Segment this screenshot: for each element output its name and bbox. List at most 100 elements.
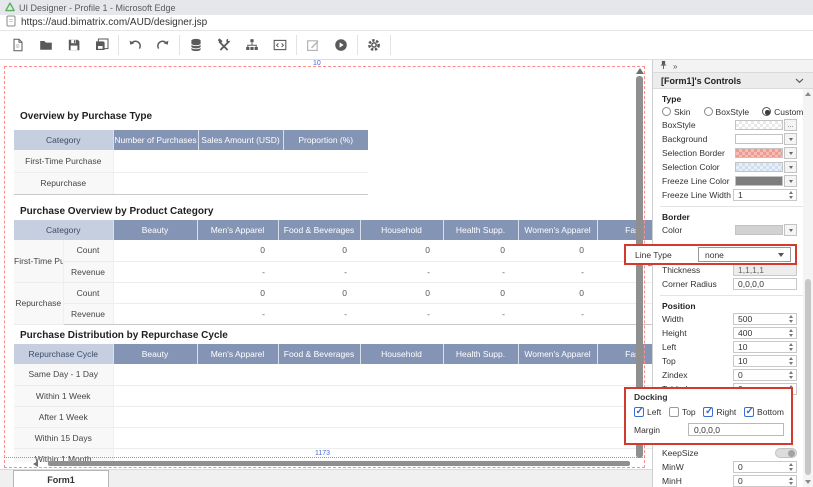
panel-header-title: [Form1]'s Controls [661,76,741,86]
line-type-select[interactable]: none [698,247,791,262]
zindex-row: Zindex 0 [653,368,813,382]
settings-button[interactable] [365,36,383,54]
panel-scroll-thumb[interactable] [805,279,811,475]
minw-spinner[interactable]: 0 [733,461,797,473]
type-radio-row: Skin BoxStyle Custom [653,105,813,118]
zindex-spinner[interactable]: 0 [733,369,797,381]
selection-border-swatch[interactable] [735,148,783,158]
width-spinner[interactable]: 500 [733,313,797,325]
spinner-value: 0 [738,462,743,472]
window-titlebar: UI Designer - Profile 1 - Microsoft Edge [0,0,813,15]
database-button[interactable] [187,36,205,54]
selection-color-dropdown-button[interactable] [784,161,797,173]
field-label: Top [662,356,676,366]
toolbar-group [297,35,358,55]
dock-checkbox-bottom[interactable]: Bottom [744,407,784,417]
border-color-swatch[interactable] [735,225,783,235]
field-label: Thickness [662,265,700,275]
dock-checkbox-top[interactable]: Top [669,407,696,417]
height-spinner[interactable]: 400 [733,327,797,339]
boxstyle-row: BoxStyle ... [653,118,813,132]
panel-header[interactable]: [Form1]'s Controls [653,72,813,89]
keepsize-toggle[interactable] [775,448,797,458]
background-dropdown-button[interactable] [784,133,797,145]
margin-input[interactable]: 0,0,0,0 [688,423,784,436]
url-text: https://aud.bimatrix.com/AUD/designer.js… [21,17,207,28]
field-label: Freeze Line Width [662,190,731,200]
selection-color-swatch[interactable] [735,162,783,172]
panel-scroll-up-arrow[interactable] [805,92,811,96]
left-spinner[interactable]: 10 [733,341,797,353]
canvas-scroll-left-arrow[interactable] [33,461,38,467]
field-label: Color [662,225,682,235]
type-radio-boxstyle[interactable]: BoxStyle [704,107,750,117]
boxstyle-more-button[interactable]: ... [784,119,797,131]
spinner-value: 0 [738,476,743,486]
code-view-button[interactable] [271,36,289,54]
radio-icon [662,107,671,116]
pin-icon[interactable] [659,60,668,72]
selection-color-row: Selection Color [653,160,813,174]
background-swatch[interactable] [735,134,783,144]
selection-border-row: Selection Border [653,146,813,160]
line-type-callout: Line Type none [624,244,797,265]
docking-callout: Docking Left Top Right Bottom Margin 0,0,0,… [624,387,793,445]
form-tab[interactable]: Form1 [13,470,109,487]
background-row: Background [653,132,813,146]
thickness-input[interactable]: 1,1,1,1 [733,264,797,276]
collapse-icon[interactable]: » [673,62,677,71]
save-all-button[interactable] [93,36,111,54]
margin-row: Margin 0,0,0,0 [634,423,784,436]
freeze-line-width-spinner[interactable]: 1 [733,189,797,201]
main-area: 10 744 1173 Overview by Purchase Type Ca… [0,60,813,487]
selection-border-dropdown-button[interactable] [784,147,797,159]
freeze-line-width-row: Freeze Line Width 1 [653,188,813,202]
checkbox-icon [634,407,644,417]
radio-label: Custom [774,107,803,117]
undo-button[interactable] [126,36,144,54]
save-button[interactable] [65,36,83,54]
border-color-dropdown-button[interactable] [784,224,797,236]
redo-button[interactable] [154,36,172,54]
canvas-horizontal-scrollbar[interactable] [48,461,630,466]
window-title: UI Designer - Profile 1 - Microsoft Edge [19,3,176,13]
panel-scrollbar[interactable] [803,89,813,487]
freeze-line-color-row: Freeze Line Color [653,174,813,188]
top-spinner[interactable]: 10 [733,355,797,367]
dock-checkbox-right[interactable]: Right [703,407,736,417]
keepsize-row: KeepSize [653,446,813,460]
toolbar-group [2,35,119,55]
minh-spinner[interactable]: 0 [733,475,797,487]
form-tab-bar: Form1 [0,469,652,487]
address-bar[interactable]: https://aud.bimatrix.com/AUD/designer.js… [0,15,813,31]
toolbar-group [180,35,297,55]
spinner-value: 0 [738,370,743,380]
checkbox-label: Right [716,407,736,417]
corner-radius-input[interactable]: 0,0,0,0 [733,278,797,290]
divider [660,295,806,296]
toolbar-group [358,35,391,55]
canvas-scroll-up-arrow[interactable] [636,68,644,74]
type-radio-skin[interactable]: Skin [662,107,691,117]
panel-scroll-down-arrow[interactable] [805,480,811,484]
tools-button[interactable] [215,36,233,54]
run-button[interactable] [332,36,350,54]
boxstyle-swatch[interactable] [735,120,783,130]
radio-icon [762,107,771,116]
toolbar-group [119,35,180,55]
freeze-line-color-swatch[interactable] [735,176,783,186]
panel-top-strip: » [653,60,813,72]
sitemap-button[interactable] [243,36,261,54]
freeze-line-color-dropdown-button[interactable] [784,175,797,187]
edit-button[interactable] [304,36,322,54]
position-section-title: Position [653,300,813,312]
design-canvas[interactable]: 10 744 1173 Overview by Purchase Type Ca… [0,60,652,487]
open-folder-button[interactable] [37,36,55,54]
spinner-value: 10 [738,342,747,352]
minh-row: MinH 0 [653,474,813,487]
docking-section-title: Docking [634,392,784,402]
dock-checkbox-left[interactable]: Left [634,407,661,417]
new-document-button[interactable] [9,36,27,54]
corner-radius-row: Corner Radius 0,0,0,0 [653,277,813,291]
type-radio-custom[interactable]: Custom [762,107,803,117]
